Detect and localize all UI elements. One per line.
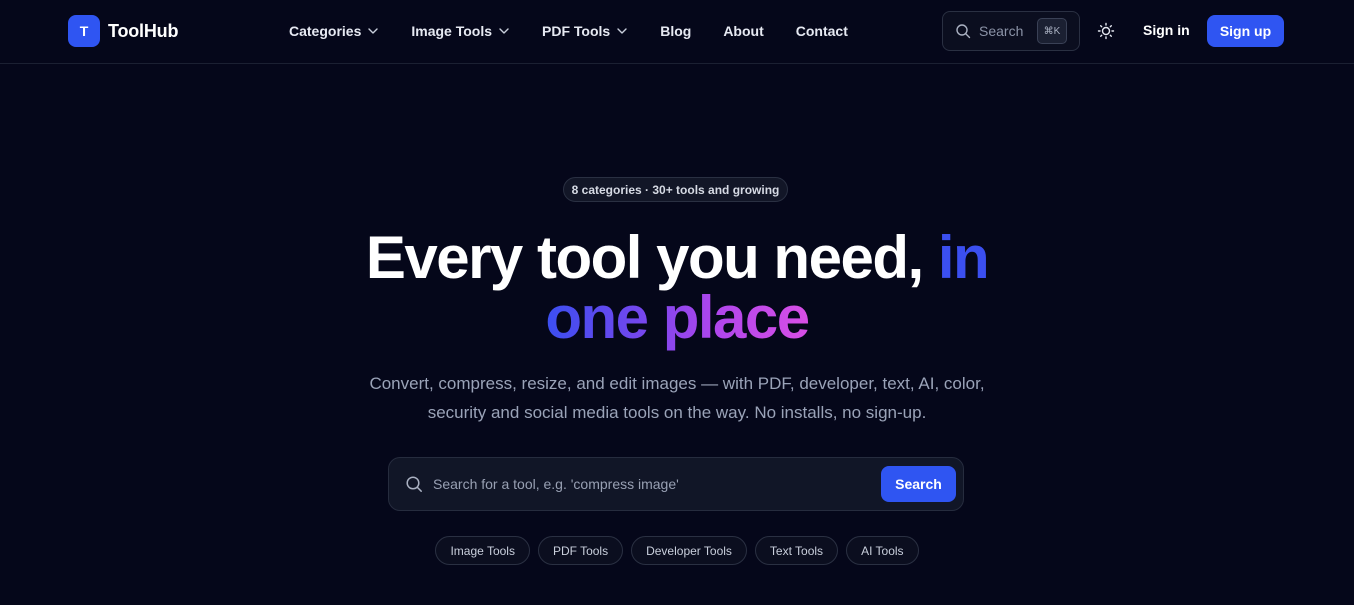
hero-badge: 8 categories · 30+ tools and growing <box>563 177 788 202</box>
chevron-down-icon <box>616 25 628 37</box>
nav-item-blog[interactable]: Blog <box>660 23 691 39</box>
tool-search-bar: Search <box>388 457 964 511</box>
chip-ai-tools[interactable]: AI Tools <box>846 536 919 565</box>
keyboard-shortcut-badge: ⌘K <box>1037 18 1067 44</box>
search-icon <box>955 23 971 39</box>
tool-search-input[interactable] <box>433 469 853 499</box>
brand-name: ToolHub <box>108 20 179 41</box>
chip-pdf-tools[interactable]: PDF Tools <box>537 536 624 565</box>
search-icon <box>405 475 423 493</box>
hero-subtitle: Convert, compress, resize, and edit imag… <box>327 369 1027 427</box>
nav-item-about[interactable]: About <box>723 23 763 39</box>
sign-in-link[interactable]: Sign in <box>1143 22 1190 38</box>
hero-subtitle-line1: Convert, compress, resize, and edit imag… <box>369 374 985 393</box>
page: T ToolHub Categories Image Tools PDF Too… <box>0 0 1354 605</box>
main-nav: Categories Image Tools PDF Tools Blog Ab… <box>289 20 880 42</box>
sun-icon <box>1097 22 1115 40</box>
hero-title-accent-2: one place <box>545 284 810 351</box>
nav-item-contact[interactable]: Contact <box>796 23 848 39</box>
logo-link[interactable]: T ToolHub <box>68 15 178 47</box>
quick-category-chips: Image Tools PDF Tools Developer Tools Te… <box>0 536 1354 565</box>
chevron-down-icon <box>498 25 510 37</box>
chip-developer-tools[interactable]: Developer Tools <box>631 536 747 565</box>
header-search-button[interactable]: Search ⌘K <box>942 11 1080 51</box>
nav-label: Categories <box>289 23 362 39</box>
nav-label: PDF Tools <box>542 23 611 39</box>
nav-label: Image Tools <box>411 23 493 39</box>
nav-item-pdf-tools[interactable]: PDF Tools <box>542 23 628 39</box>
logo-mark: T <box>68 15 100 47</box>
top-navbar: T ToolHub Categories Image Tools PDF Too… <box>0 0 1354 64</box>
nav-item-image-tools[interactable]: Image Tools <box>411 23 510 39</box>
sign-up-button[interactable]: Sign up <box>1207 15 1284 47</box>
hero-title-part1: Every tool you need, <box>365 224 924 291</box>
nav-item-categories[interactable]: Categories <box>289 23 379 39</box>
chip-image-tools[interactable]: Image Tools <box>435 536 530 565</box>
hero-title-accent-1: in <box>937 224 990 291</box>
hero-title: Every tool you need, in one place <box>0 228 1354 348</box>
header-search-label: Search <box>979 23 1024 39</box>
chip-text-tools[interactable]: Text Tools <box>754 536 839 565</box>
chevron-down-icon <box>367 25 379 37</box>
hero-subtitle-line2: security and social media tools on the w… <box>427 403 927 422</box>
theme-toggle-button[interactable] <box>1095 20 1117 42</box>
search-button[interactable]: Search <box>881 466 956 502</box>
